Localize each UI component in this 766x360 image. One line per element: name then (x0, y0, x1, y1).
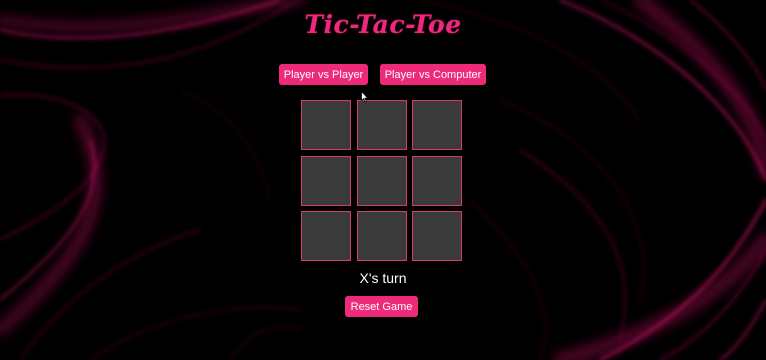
board-cell-0[interactable] (301, 100, 351, 150)
board-cell-2[interactable] (412, 100, 462, 150)
reset-game-button[interactable]: Reset Game (345, 296, 418, 317)
game-board (301, 100, 465, 263)
board-cell-7[interactable] (357, 211, 407, 261)
board-cell-8[interactable] (412, 211, 462, 261)
turn-status: X's turn (359, 270, 407, 286)
board-cell-1[interactable] (357, 100, 407, 150)
game-title: Tic-Tac-Toe (304, 10, 462, 39)
player-vs-player-button[interactable]: Player vs Player (279, 64, 368, 85)
player-vs-computer-button[interactable]: Player vs Computer (380, 64, 486, 85)
board-cell-5[interactable] (412, 156, 462, 206)
board-cell-6[interactable] (301, 211, 351, 261)
mouse-pointer-icon (361, 91, 369, 103)
board-cell-3[interactable] (301, 156, 351, 206)
board-cell-4[interactable] (357, 156, 407, 206)
